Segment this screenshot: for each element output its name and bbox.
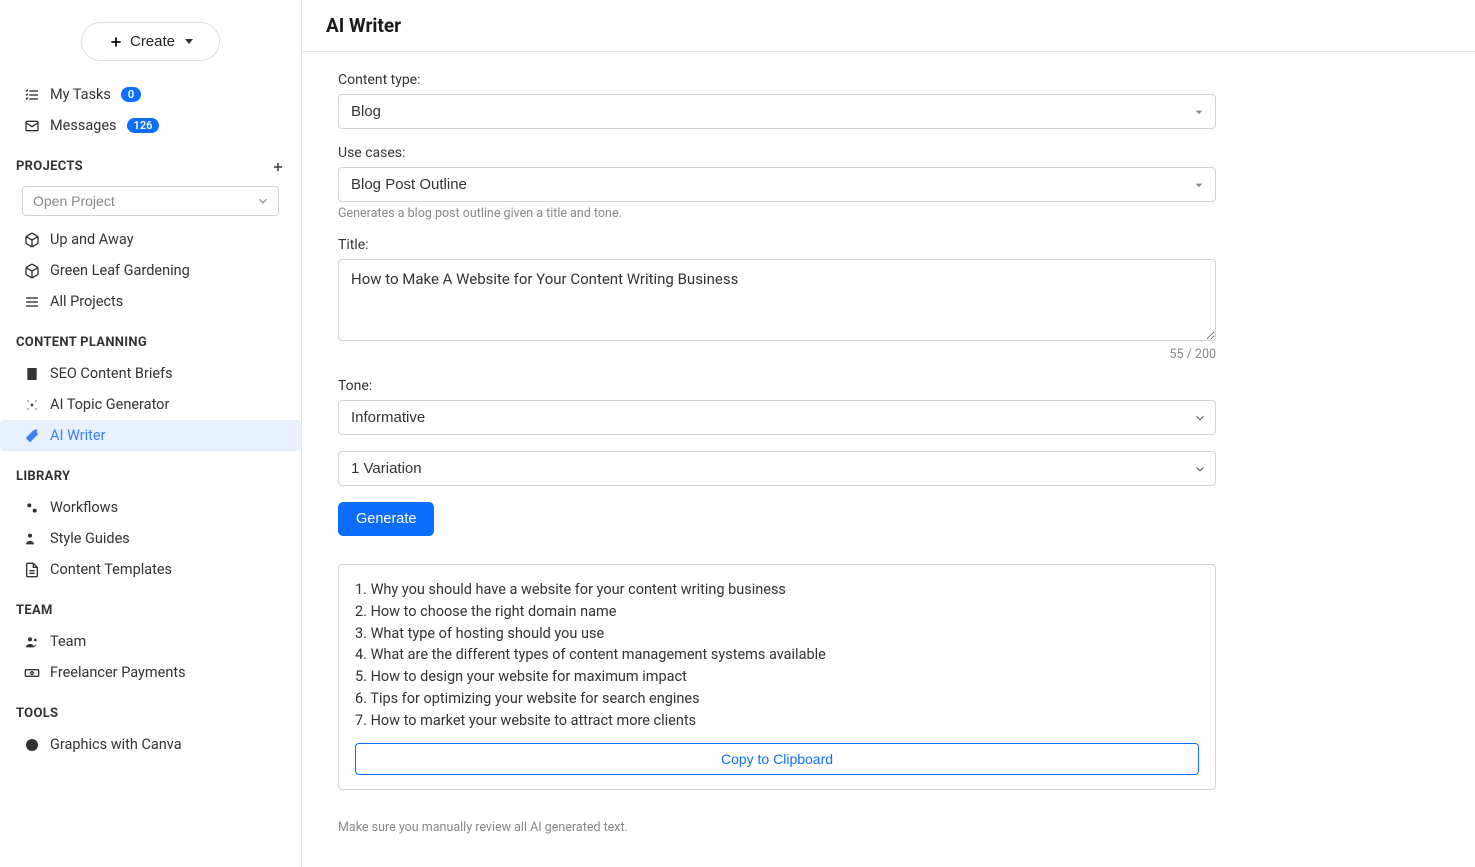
tone-select[interactable]: Informative — [338, 400, 1216, 435]
sidebar-item-up-and-away[interactable]: Up and Away — [0, 224, 301, 255]
sparkle-icon — [24, 397, 40, 413]
sidebar-item-messages[interactable]: Messages 126 — [0, 110, 301, 141]
wand-icon — [24, 428, 40, 444]
nav-label: Freelancer Payments — [50, 664, 186, 681]
canva-icon — [24, 737, 40, 753]
nav-label: Team — [50, 633, 86, 650]
badge: 126 — [127, 118, 160, 133]
nav-label: Workflows — [50, 499, 118, 516]
output-line: 2. How to choose the right domain name — [355, 601, 1199, 623]
sidebar-item-ai-topic[interactable]: AI Topic Generator — [0, 389, 301, 420]
section-header-library: LIBRARY — [0, 451, 301, 492]
nav-label: Style Guides — [50, 530, 130, 547]
plus-icon — [108, 34, 124, 50]
section-header-content-planning: CONTENT PLANNING — [0, 317, 301, 358]
nav-label: Content Templates — [50, 561, 172, 578]
create-label: Create — [130, 33, 175, 50]
tasks-icon — [24, 87, 40, 103]
use-cases-label: Use cases: — [338, 145, 1216, 161]
sidebar: Create My Tasks 0 Messages 126 PROJECTS … — [0, 0, 302, 867]
tone-label: Tone: — [338, 378, 1216, 394]
sidebar-item-canva[interactable]: Graphics with Canva — [0, 729, 301, 760]
variation-select[interactable]: 1 Variation — [338, 451, 1216, 486]
document-icon — [24, 366, 40, 382]
sidebar-item-green-leaf[interactable]: Green Leaf Gardening — [0, 255, 301, 286]
sidebar-item-seo-briefs[interactable]: SEO Content Briefs — [0, 358, 301, 389]
nav-label: Graphics with Canva — [50, 736, 182, 753]
copy-button[interactable]: Copy to Clipboard — [355, 743, 1199, 775]
sidebar-item-freelancer-payments[interactable]: Freelancer Payments — [0, 657, 301, 688]
output-line: 6. Tips for optimizing your website for … — [355, 688, 1199, 710]
use-cases-select[interactable]: Blog Post Outline — [338, 167, 1216, 202]
people-icon — [24, 634, 40, 650]
output-box: 1. Why you should have a website for you… — [338, 564, 1216, 790]
char-counter: 55 / 200 — [338, 347, 1216, 362]
caret-down-icon — [185, 39, 193, 44]
section-header-tools: TOOLS — [0, 688, 301, 729]
nav-label: All Projects — [50, 293, 123, 310]
content-type-select[interactable]: Blog — [338, 94, 1216, 129]
cube-icon — [24, 263, 40, 279]
content-type-label: Content type: — [338, 72, 1216, 88]
money-icon — [24, 665, 40, 681]
nav-label: My Tasks — [50, 86, 111, 103]
sidebar-item-all-projects[interactable]: All Projects — [0, 286, 301, 317]
file-icon — [24, 562, 40, 578]
cogs-icon — [24, 500, 40, 516]
sidebar-item-ai-writer[interactable]: AI Writer — [0, 420, 301, 451]
output-line: 5. How to design your website for maximu… — [355, 666, 1199, 688]
nav-label: Up and Away — [50, 231, 134, 248]
section-header-projects: PROJECTS — [0, 141, 301, 182]
sidebar-item-content-templates[interactable]: Content Templates — [0, 554, 301, 585]
page-header: AI Writer — [302, 0, 1475, 52]
nav-label: AI Topic Generator — [50, 396, 169, 413]
cube-icon — [24, 232, 40, 248]
section-header-team: TEAM — [0, 585, 301, 626]
nav-label: SEO Content Briefs — [50, 365, 173, 382]
generate-button[interactable]: Generate — [338, 502, 434, 536]
output-line: 3. What type of hosting should you use — [355, 623, 1199, 645]
main-content: AI Writer Content type: Blog Use cases: … — [302, 0, 1475, 867]
menu-icon — [24, 294, 40, 310]
badge: 0 — [121, 87, 141, 102]
plus-icon[interactable] — [271, 160, 285, 174]
title-label: Title: — [338, 237, 1216, 253]
mail-icon — [24, 118, 40, 134]
page-title: AI Writer — [326, 14, 1451, 37]
sidebar-item-team[interactable]: Team — [0, 626, 301, 657]
disclaimer-text: Make sure you manually review all AI gen… — [338, 820, 1216, 835]
output-line: 4. What are the different types of conte… — [355, 644, 1199, 666]
nav-label: Green Leaf Gardening — [50, 262, 190, 279]
title-input[interactable] — [338, 259, 1216, 341]
nav-label: AI Writer — [50, 427, 106, 444]
nav-label: Messages — [50, 117, 117, 134]
create-button[interactable]: Create — [81, 22, 220, 61]
sidebar-item-workflows[interactable]: Workflows — [0, 492, 301, 523]
open-project-select[interactable]: Open Project — [22, 186, 279, 216]
users-icon — [24, 531, 40, 547]
output-line: 7. How to market your website to attract… — [355, 710, 1199, 732]
sidebar-item-style-guides[interactable]: Style Guides — [0, 523, 301, 554]
output-line: 1. Why you should have a website for you… — [355, 579, 1199, 601]
sidebar-item-my-tasks[interactable]: My Tasks 0 — [0, 79, 301, 110]
use-cases-help: Generates a blog post outline given a ti… — [338, 206, 1216, 221]
